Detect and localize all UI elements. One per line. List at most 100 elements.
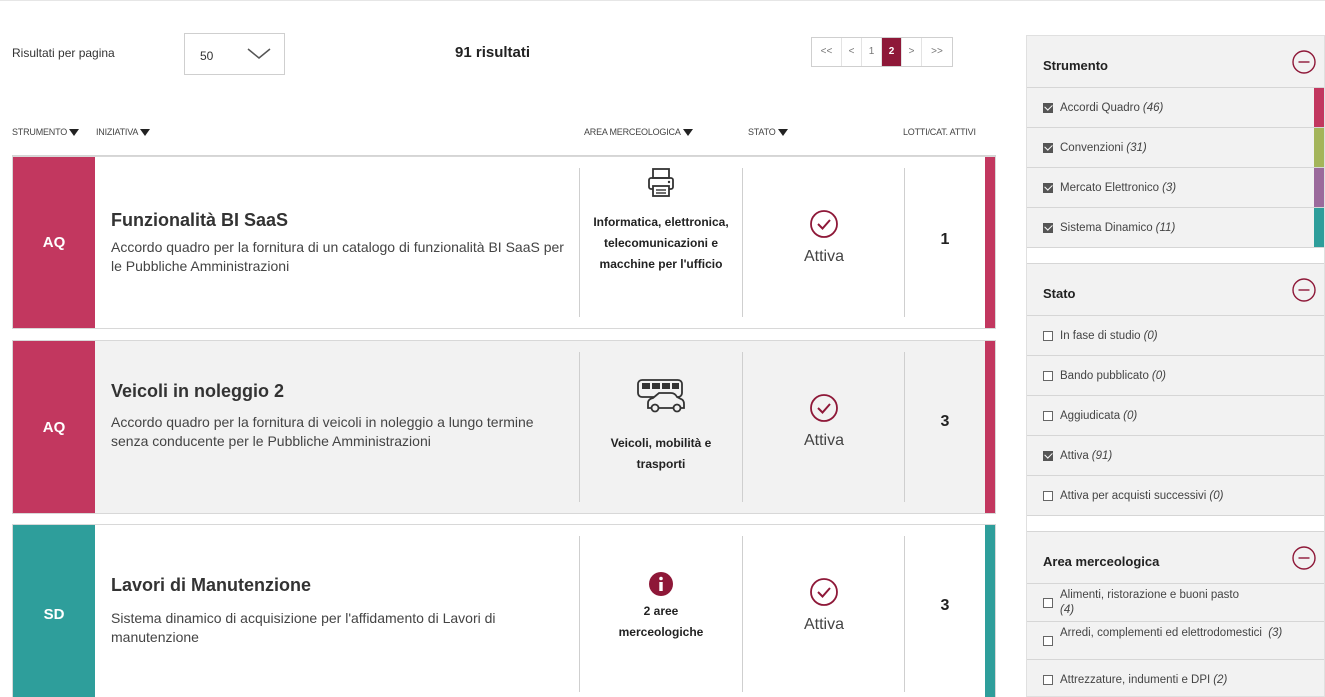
filter-option-count: (0) bbox=[1209, 489, 1224, 502]
filter-option-alimenti[interactable]: Alimenti, ristorazione e buoni pasto (4) bbox=[1027, 584, 1324, 622]
stato-label: Attiva bbox=[803, 432, 844, 449]
filter-option-attrezzature[interactable]: Attrezzature, indumenti e DPI (2) bbox=[1027, 660, 1324, 696]
filter-option-attiva[interactable]: Attiva (91) bbox=[1027, 436, 1324, 476]
table-row[interactable]: AQ Funzionalità BI SaaS Accordo quadro p… bbox=[12, 156, 996, 329]
filter-section-gap bbox=[1027, 248, 1324, 264]
filter-option-label: Bando pubblicato bbox=[1060, 369, 1149, 382]
checkbox-icon[interactable] bbox=[1043, 636, 1053, 646]
table-row[interactable]: AQ Veicoli in noleggio 2 Accordo quadro … bbox=[12, 340, 996, 514]
filter-option-convenzioni[interactable]: Convenzioni (31) bbox=[1027, 128, 1324, 168]
filter-option-text: Arredi, complementi ed elettrodomestici … bbox=[1060, 626, 1300, 641]
row-title[interactable]: Funzionalità BI SaaS bbox=[111, 210, 288, 231]
header-area-label: AREA MERCEOLOGICA bbox=[584, 127, 681, 137]
strumento-tag: SD bbox=[13, 525, 95, 697]
filter-option-label: Attiva per acquisti successivi bbox=[1060, 489, 1207, 502]
filter-option-label: Sistema Dinamico bbox=[1060, 221, 1153, 234]
results-per-page-label: Risultati per pagina bbox=[12, 46, 115, 60]
checkbox-icon[interactable] bbox=[1043, 410, 1053, 421]
filter-strumento-title: Strumento bbox=[1043, 58, 1108, 73]
filter-option-count: (4) bbox=[1060, 604, 1075, 616]
checkbox-icon[interactable] bbox=[1043, 598, 1053, 608]
filter-option-text: Alimenti, ristorazione e buoni pasto (4) bbox=[1060, 588, 1300, 618]
filter-stato-title: Stato bbox=[1043, 286, 1076, 301]
info-icon[interactable] bbox=[648, 571, 674, 597]
area-cell: 2 aree merceologiche bbox=[580, 571, 742, 643]
prev-page-button[interactable]: < bbox=[842, 38, 862, 66]
filter-option-arredi[interactable]: Arredi, complementi ed elettrodomestici … bbox=[1027, 622, 1324, 660]
area-cell: Informatica, elettronica, telecomunicazi… bbox=[580, 167, 742, 275]
filter-option-label: Attrezzature, indumenti e DPI bbox=[1060, 673, 1211, 686]
results-per-page-select[interactable]: 50 bbox=[184, 33, 285, 75]
filter-option-label: Arredi, complementi ed elettrodomestici bbox=[1060, 627, 1262, 639]
filter-option-accordi-quadro[interactable]: Accordi Quadro (46) bbox=[1027, 88, 1324, 128]
check-circle-icon bbox=[810, 394, 838, 422]
results-count: 91 risultati bbox=[455, 44, 531, 61]
header-lotti-label: LOTTI/CAT. ATTIVI bbox=[903, 127, 976, 137]
filter-option-in-fase-di-studio[interactable]: In fase di studio (0) bbox=[1027, 316, 1324, 356]
strumento-color-bar bbox=[1314, 88, 1324, 127]
row-description: Sistema dinamico di acquisizione per l'a… bbox=[111, 610, 496, 645]
header-stato[interactable]: STATO bbox=[748, 127, 788, 137]
collapse-minus-icon[interactable] bbox=[1292, 546, 1316, 570]
strumento-color-bar bbox=[1314, 168, 1324, 207]
filter-option-label: In fase di studio bbox=[1060, 329, 1141, 342]
filter-option-bando-pubblicato[interactable]: Bando pubblicato (0) bbox=[1027, 356, 1324, 396]
header-iniziativa-label: INIZIATIVA bbox=[96, 127, 139, 137]
checkbox-checked-icon[interactable] bbox=[1043, 450, 1053, 461]
row-description: Accordo quadro per la fornitura di un ca… bbox=[111, 239, 564, 274]
stato-cell: Attiva bbox=[743, 577, 905, 634]
checkbox-icon[interactable] bbox=[1043, 330, 1053, 341]
last-page-button[interactable]: >> bbox=[922, 38, 952, 66]
header-strumento[interactable]: STRUMENTO bbox=[12, 127, 80, 137]
page-1-button[interactable]: 1 bbox=[862, 38, 882, 66]
top-divider bbox=[0, 0, 1325, 1]
filter-option-mercato-elettronico[interactable]: Mercato Elettronico (3) bbox=[1027, 168, 1324, 208]
checkbox-checked-icon[interactable] bbox=[1043, 182, 1053, 193]
next-page-button[interactable]: > bbox=[902, 38, 922, 66]
printer-icon bbox=[648, 168, 674, 197]
collapse-minus-icon[interactable] bbox=[1292, 278, 1316, 302]
strumento-tag: AQ bbox=[13, 157, 95, 328]
stato-cell: Attiva bbox=[743, 393, 905, 450]
area-label: Informatica, elettronica, telecomunicazi… bbox=[593, 215, 729, 271]
page-2-button[interactable]: 2 bbox=[882, 38, 902, 66]
results-per-page-value: 50 bbox=[200, 49, 214, 63]
check-circle-icon bbox=[810, 578, 838, 606]
row-title[interactable]: Veicoli in noleggio 2 bbox=[111, 381, 284, 402]
filter-area-header[interactable]: Area merceologica bbox=[1027, 532, 1324, 584]
filter-strumento-header[interactable]: Strumento bbox=[1027, 36, 1324, 88]
check-circle-icon bbox=[810, 210, 838, 238]
checkbox-icon[interactable] bbox=[1043, 674, 1053, 685]
row-description: Accordo quadro per la fornitura di veico… bbox=[111, 414, 534, 449]
collapse-minus-icon[interactable] bbox=[1292, 50, 1316, 74]
checkbox-checked-icon[interactable] bbox=[1043, 142, 1053, 153]
filter-option-attiva-acquisti-successivi[interactable]: Attiva per acquisti successivi (0) bbox=[1027, 476, 1324, 516]
filter-option-label: Mercato Elettronico bbox=[1060, 181, 1160, 194]
filter-option-label: Aggiudicata bbox=[1060, 409, 1121, 422]
filter-option-label: Alimenti, ristorazione e buoni pasto bbox=[1060, 589, 1239, 601]
header-strumento-label: STRUMENTO bbox=[12, 127, 68, 137]
header-area[interactable]: AREA MERCEOLOGICA bbox=[584, 127, 693, 137]
header-stato-label: STATO bbox=[748, 127, 776, 137]
area-label: Veicoli, mobilità e trasporti bbox=[610, 436, 712, 471]
header-lotti: LOTTI/CAT. ATTIVI bbox=[903, 127, 976, 137]
filter-option-count: (91) bbox=[1091, 449, 1113, 462]
filter-option-sistema-dinamico[interactable]: Sistema Dinamico (11) bbox=[1027, 208, 1324, 248]
filter-stato-header[interactable]: Stato bbox=[1027, 264, 1324, 316]
filter-area-title: Area merceologica bbox=[1043, 554, 1160, 569]
filter-option-aggiudicata[interactable]: Aggiudicata (0) bbox=[1027, 396, 1324, 436]
row-title[interactable]: Lavori di Manutenzione bbox=[111, 575, 311, 596]
checkbox-icon[interactable] bbox=[1043, 490, 1053, 501]
checkbox-icon[interactable] bbox=[1043, 370, 1053, 381]
checkbox-checked-icon[interactable] bbox=[1043, 102, 1053, 113]
filter-option-count: (0) bbox=[1123, 409, 1138, 422]
checkbox-checked-icon[interactable] bbox=[1043, 222, 1053, 233]
filter-section-gap bbox=[1027, 516, 1324, 532]
filter-option-count: (3) bbox=[1162, 181, 1177, 194]
first-page-button[interactable]: << bbox=[812, 38, 842, 66]
sort-down-icon bbox=[69, 128, 80, 136]
table-row[interactable]: SD Lavori di Manutenzione Sistema dinami… bbox=[12, 524, 996, 697]
header-iniziativa[interactable]: INIZIATIVA bbox=[96, 127, 151, 137]
lotti-count: 3 bbox=[940, 597, 950, 614]
stato-cell: Attiva bbox=[743, 209, 905, 266]
